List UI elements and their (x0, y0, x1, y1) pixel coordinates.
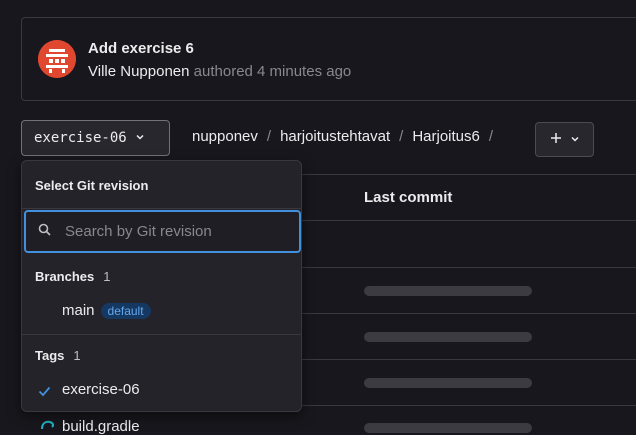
chevron-down-icon (135, 129, 145, 147)
branches-count: 1 (103, 269, 111, 284)
commit-author[interactable]: Ville Nupponen (88, 63, 189, 80)
check-icon (38, 384, 51, 402)
breadcrumb: nupponev / harjoitustehtavat / Harjoitus… (192, 128, 493, 145)
table-header-border (300, 220, 636, 221)
chevron-down-icon (570, 131, 580, 149)
table-row-divider (300, 405, 636, 406)
commit-meta: Ville Nupponen authored 4 minutes ago (88, 63, 351, 80)
tags-label: Tags (35, 348, 65, 363)
commit-title[interactable]: Add exercise 6 (88, 40, 194, 57)
tags-count: 1 (73, 348, 81, 363)
ref-selector-label: exercise-06 (34, 130, 127, 146)
loading-skeleton (364, 332, 532, 342)
git-revision-dropdown: Select Git revision Branches 1 main defau… (21, 160, 302, 412)
breadcrumb-separator: / (266, 128, 272, 145)
search-field[interactable] (24, 210, 301, 253)
breadcrumb-item-namespace[interactable]: nupponev (192, 128, 258, 145)
add-to-tree-button[interactable] (535, 122, 594, 157)
avatar[interactable] (38, 40, 76, 78)
loading-skeleton (364, 286, 532, 296)
file-name: build.gradle (62, 418, 140, 435)
branch-item-main[interactable]: main default (62, 302, 151, 319)
search-input[interactable] (63, 222, 277, 241)
breadcrumb-item-folder[interactable]: Harjoitus6 (412, 128, 480, 145)
dropdown-title: Select Git revision (35, 178, 149, 193)
ref-selector-button[interactable]: exercise-06 (21, 120, 170, 156)
latest-commit-card: Add exercise 6 Ville Nupponen authored 4… (21, 17, 636, 101)
search-icon (38, 223, 51, 241)
table-row-divider (300, 359, 636, 360)
tag-name: exercise-06 (62, 381, 140, 398)
breadcrumb-item-project[interactable]: harjoitustehtavat (280, 128, 390, 145)
loading-skeleton (364, 423, 532, 433)
table-top-border (300, 174, 636, 175)
loading-skeleton (364, 378, 532, 388)
divider (22, 208, 301, 209)
plus-icon (550, 131, 562, 149)
tags-section-header: Tags 1 (35, 348, 81, 363)
branches-label: Branches (35, 269, 95, 284)
tag-item-exercise-06[interactable]: exercise-06 (62, 381, 140, 398)
breadcrumb-separator: / (399, 128, 404, 145)
branches-section-header: Branches 1 (35, 269, 110, 284)
gradle-icon (40, 418, 56, 435)
divider (22, 334, 301, 335)
table-row-divider (300, 267, 636, 268)
column-header-last-commit: Last commit (364, 189, 453, 206)
table-row[interactable]: build.gradle (40, 418, 140, 435)
commit-time: authored 4 minutes ago (193, 63, 352, 80)
table-row-divider (300, 313, 636, 314)
branch-name: main (62, 302, 95, 319)
breadcrumb-separator: / (488, 128, 494, 145)
default-badge: default (100, 302, 151, 319)
